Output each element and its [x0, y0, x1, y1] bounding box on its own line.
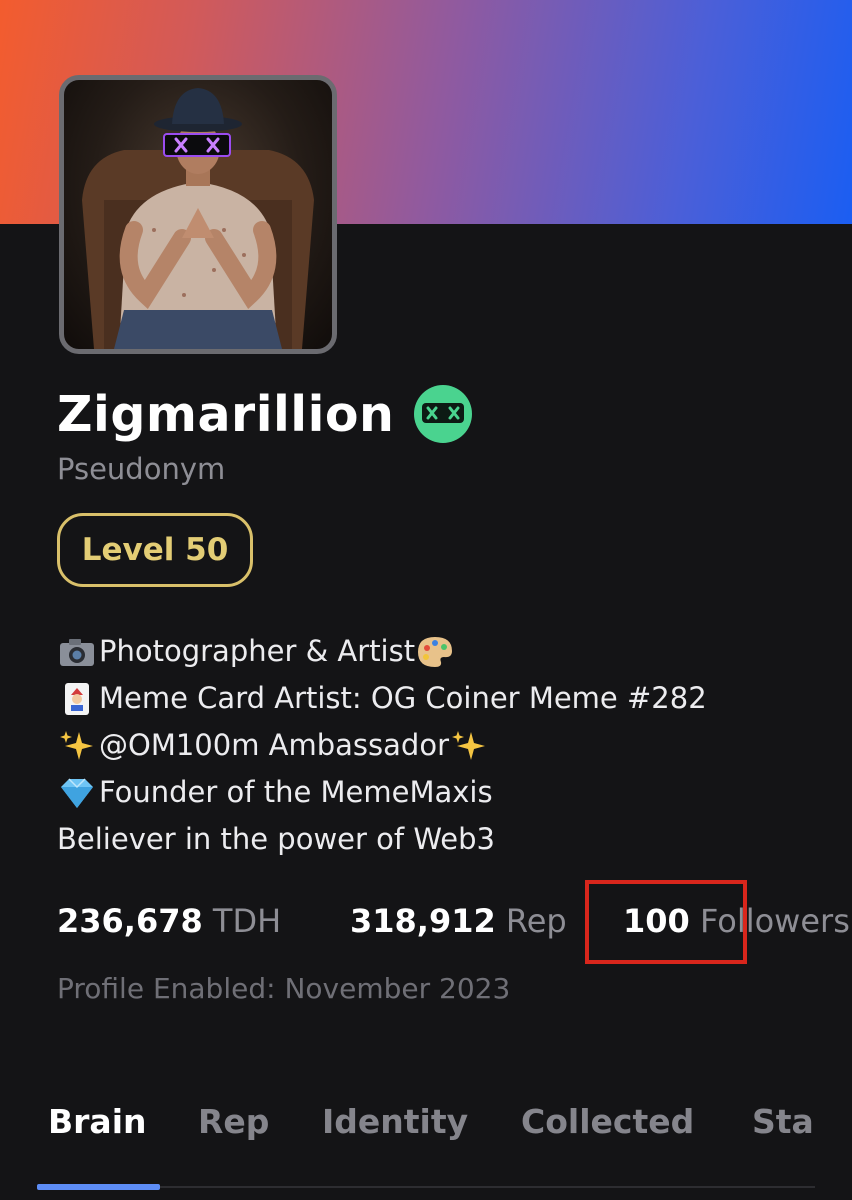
bio-line: Founder of the MemeMaxis: [57, 769, 837, 816]
pixel-glasses-badge-icon[interactable]: [414, 385, 473, 443]
tab-stats[interactable]: Sta: [752, 1102, 814, 1141]
level-badge[interactable]: Level 50: [57, 513, 253, 587]
bio-text: Photographer & Artist: [99, 634, 416, 668]
followers-highlight-box: [585, 880, 747, 964]
profile-name: Zigmarillion: [57, 385, 395, 443]
sparkles-icon: [449, 728, 489, 764]
sparkles-icon: [57, 728, 97, 764]
rep-label: Rep: [505, 902, 567, 940]
bio-line: Photographer & Artist: [57, 628, 837, 675]
tab-brain[interactable]: Brain: [48, 1102, 147, 1141]
bio-text: @OM100m Ambassador: [99, 728, 449, 762]
profile-bio: Photographer & Artist Meme Card Artist: …: [57, 628, 837, 863]
rep-value: 318,912: [350, 902, 496, 940]
bio-line: Believer in the power of Web3: [57, 816, 837, 863]
active-tab-indicator: [37, 1184, 160, 1190]
bio-text: Believer in the power of Web3: [57, 822, 496, 856]
tab-collected[interactable]: Collected: [521, 1102, 694, 1141]
palette-icon: [415, 634, 455, 670]
tdh-stat[interactable]: 236,678 TDH: [57, 890, 281, 952]
profile-tabs: Brain Rep Identity Collected Sta: [0, 1092, 852, 1200]
profile-page: Zigmarillion Pseudonym Level 50 Photogra…: [0, 0, 852, 1200]
bio-line: Meme Card Artist: OG Coiner Meme #282: [57, 675, 837, 722]
pseudonym-label: Pseudonym: [57, 452, 226, 486]
tdh-label: TDH: [212, 902, 282, 940]
rep-stat[interactable]: 318,912 Rep: [350, 890, 567, 952]
bio-text: Founder of the MemeMaxis: [99, 775, 493, 809]
tab-rep[interactable]: Rep: [198, 1102, 269, 1141]
avatar[interactable]: [59, 75, 337, 354]
tdh-value: 236,678: [57, 902, 203, 940]
camera-icon: [57, 634, 97, 670]
bio-line: @OM100m Ambassador: [57, 722, 837, 769]
avatar-portrait-image: [82, 88, 314, 349]
tab-identity[interactable]: Identity: [322, 1102, 468, 1141]
profile-name-row: Zigmarillion: [57, 382, 473, 446]
bio-text: Meme Card Artist: OG Coiner Meme #282: [99, 681, 707, 715]
joker-card-icon: [57, 681, 97, 717]
gem-icon: [57, 775, 97, 811]
profile-enabled-date: Profile Enabled: November 2023: [57, 972, 511, 1005]
